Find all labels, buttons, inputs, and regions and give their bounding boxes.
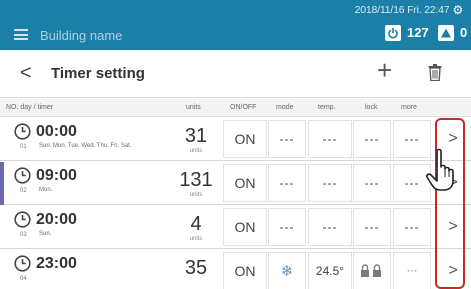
timer-time: 20:00 [36,211,77,228]
timer-days: Mon. [39,187,53,193]
timer-time: 00:00 [36,123,77,140]
timer-time: 09:00 [36,167,77,184]
mode-value: --- [268,164,306,202]
units-label: units [189,236,203,242]
timer-number: 01 [20,144,27,150]
alarm-count: 0 [460,25,468,40]
timer-row[interactable]: 09:00 02 Mon. 131 units ON --- --- --- -… [0,162,471,205]
title-bar: < Timer setting + [0,50,471,98]
power-icon[interactable] [385,25,401,41]
onoff-value: ON [223,164,267,202]
col-temp: temp. [318,104,336,111]
mode-value: --- [268,208,306,246]
units-value: 131 [179,169,213,191]
temp-value: 24.5° [308,252,352,289]
col-units: units [186,104,201,111]
col-onoff: ON/OFF [230,104,257,111]
clock-icon [14,123,31,140]
onoff-value: ON [223,120,267,158]
menu-icon[interactable] [14,29,28,40]
clock-icon [14,211,31,228]
onoff-value: ON [223,208,267,246]
top-bar: Building name 2018/11/16 Fri. 22:47 ⚙ 12… [0,0,471,50]
alarm-icon[interactable] [438,25,454,41]
gear-icon[interactable]: ⚙ [452,4,463,16]
timer-time: 23:00 [36,255,77,272]
units-value: 31 [184,125,208,147]
col-lock: lock [365,104,378,111]
units-value: 4 [190,213,202,235]
temp-value: --- [308,208,352,246]
power-count: 127 [407,25,429,40]
lock-value: --- [353,208,391,246]
arrow-column-highlight [435,118,465,289]
lock-icon [353,252,391,289]
units-label: units [189,148,203,154]
timer-row[interactable]: 20:00 03 Sun. 4 units ON --- --- --- ---… [0,206,471,249]
column-headers: NO. day / timer units ON/OFF mode temp. … [0,99,471,117]
lock-value: --- [353,164,391,202]
snowflake-icon: ❄ [268,252,306,289]
clock-icon [14,167,31,184]
more-button[interactable]: ··· [393,252,431,289]
timer-number: 03 [20,232,27,238]
plus-icon[interactable]: + [377,57,392,83]
col-mode: mode [276,104,294,111]
temp-value: --- [308,164,352,202]
timer-days: Sun. [39,231,52,237]
col-more: more [401,104,417,111]
lock-value: --- [353,120,391,158]
clock-icon [14,255,31,272]
timer-row[interactable]: 00:00 01 Sun. Mon. Tue. Wed. Thu. Fri. S… [0,118,471,161]
units-label: units [189,192,203,198]
back-icon[interactable]: < [20,63,32,83]
more-value: --- [393,208,431,246]
datetime-text: 2018/11/16 Fri. 22:47 [354,4,450,16]
col-no-day: NO. day / timer [6,104,54,111]
timer-number: 02 [20,188,27,194]
mode-value: --- [268,120,306,158]
units-value: 35 [184,257,208,279]
building-name: Building name [40,28,123,43]
page-title: Timer setting [51,65,145,82]
datetime-display: 2018/11/16 Fri. 22:47 ⚙ [354,4,464,16]
timer-number: 04 [20,276,27,282]
temp-value: --- [308,120,352,158]
timer-row[interactable]: 23:00 04 35 ON ❄ 24.5° ··· > [0,250,471,289]
trash-icon[interactable] [428,64,442,86]
onoff-value: ON [223,252,267,289]
timer-days: Sun. Mon. Tue. Wed. Thu. Fri. Sat. [39,143,132,149]
hand-pointer-icon [426,148,454,191]
